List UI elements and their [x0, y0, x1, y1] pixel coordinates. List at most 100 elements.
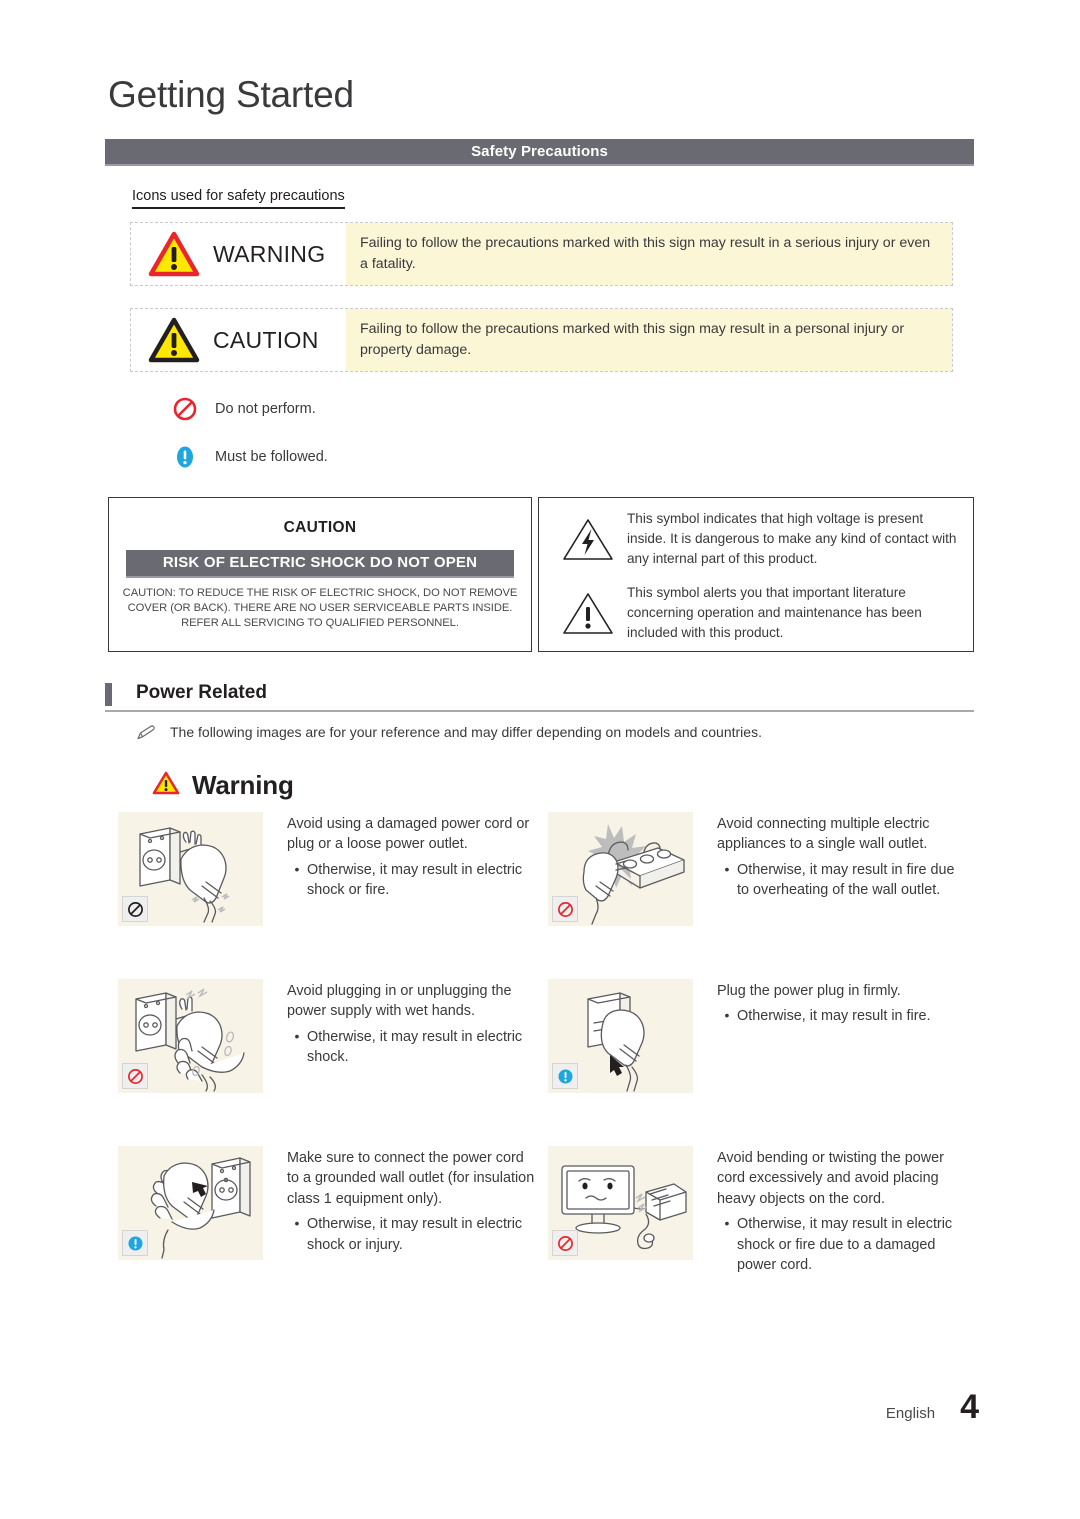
definition-left-warning: WARNING — [131, 223, 346, 285]
definition-right-warning: Failing to follow the precautions marked… — [346, 223, 952, 285]
mandatory-badge-icon — [122, 1230, 148, 1256]
precaution-row: Avoid plugging in or unplugging the powe… — [118, 979, 978, 1093]
footer-language: English — [885, 1405, 936, 1422]
warning-subheading: Warning — [152, 770, 294, 801]
precaution-cell: Plug the power plug in firmly. • Otherwi… — [548, 979, 978, 1093]
damaged-plug-outlet-illustration — [118, 812, 263, 926]
section-header-label: Safety Precautions — [471, 143, 608, 160]
precaution-main-text: Make sure to connect the power cord to a… — [287, 1150, 535, 1207]
topic-title: Power Related — [136, 682, 267, 703]
legend-label-do-not-perform: Do not perform. — [215, 401, 316, 417]
precaution-sub-text: Otherwise, it may result in electric sho… — [737, 1216, 953, 1274]
plug-in-firmly-illustration — [548, 979, 693, 1093]
precaution-sub-item: • Otherwise, it may result in electric s… — [287, 1027, 537, 1068]
precaution-sub-item: • Otherwise, it may result in electric s… — [287, 860, 537, 901]
prohibited-badge-icon — [122, 1063, 148, 1089]
shock-box-title: CAUTION — [283, 519, 357, 536]
topic-rule — [105, 710, 974, 712]
symbol-text-high-voltage: This symbol indicates that high voltage … — [627, 511, 957, 566]
pencil-note-icon — [136, 724, 156, 747]
precaution-cell: Make sure to connect the power cord to a… — [118, 1146, 548, 1276]
legend-item-must-be-followed: Must be followed. — [170, 444, 328, 470]
precaution-main-text: Avoid bending or twisting the power cord… — [717, 1150, 944, 1207]
precaution-sub-item: • Otherwise, it may result in electric s… — [717, 1214, 967, 1275]
definition-left-caution: CAUTION — [131, 309, 346, 371]
precaution-main-text: Avoid using a damaged power cord or plug… — [287, 816, 530, 853]
precaution-row: Make sure to connect the power cord to a… — [118, 1146, 978, 1276]
page-footer: English 4 — [0, 1388, 1080, 1427]
precaution-sub-text: Otherwise, it may result in electric sho… — [307, 1216, 523, 1253]
precaution-sub-item: • Otherwise, it may result in electric s… — [287, 1214, 537, 1255]
symbol-row-attention: This symbol alerts you that important li… — [549, 583, 963, 643]
precaution-sub-text: Otherwise, it may result in electric sho… — [307, 861, 523, 899]
mandatory-badge-icon — [552, 1063, 578, 1089]
precaution-cell: Avoid plugging in or unplugging the powe… — [118, 979, 548, 1093]
bullet-icon: • — [724, 1007, 730, 1024]
precaution-text: Make sure to connect the power cord to a… — [287, 1146, 537, 1255]
manual-page: Getting Started Safety Precautions Icons… — [0, 0, 1080, 1519]
multi-outlet-strip-illustration — [548, 812, 693, 926]
symbol-row-high-voltage: This symbol indicates that high voltage … — [549, 509, 963, 569]
reference-note: The following images are for your refere… — [136, 724, 762, 747]
definition-row-caution: CAUTION Failing to follow the precaution… — [130, 308, 953, 372]
wet-hands-plug-illustration — [118, 979, 263, 1093]
precaution-main-text: Avoid plugging in or unplugging the powe… — [287, 983, 512, 1020]
precaution-text: Avoid using a damaged power cord or plug… — [287, 812, 537, 901]
reference-note-text: The following images are for your refere… — [170, 724, 762, 740]
legend-item-do-not-perform: Do not perform. — [170, 396, 316, 422]
precaution-text: Avoid plugging in or unplugging the powe… — [287, 979, 537, 1068]
definition-word-caution: CAUTION — [213, 326, 319, 353]
subsection-heading: Icons used for safety precautions — [132, 188, 345, 209]
symbol-explanation-box: This symbol indicates that high voltage … — [538, 497, 974, 652]
grounded-outlet-illustration — [118, 1146, 263, 1260]
definition-right-caution: Failing to follow the precautions marked… — [346, 309, 952, 371]
caution-triangle-black-icon — [143, 317, 205, 363]
definition-text-caution: Failing to follow the precautions marked… — [360, 321, 905, 358]
bullet-icon: • — [294, 1027, 300, 1044]
electric-shock-caution-box: CAUTION RISK OF ELECTRIC SHOCK DO NOT OP… — [108, 497, 532, 652]
shock-box-body-line-1: CAUTION: TO REDUCE THE RISK OF ELECTRIC … — [122, 587, 518, 599]
high-voltage-lightning-triangle-icon — [549, 509, 627, 563]
precaution-sub-item: • Otherwise, it may result in fire. — [717, 1006, 967, 1026]
precaution-cell: Avoid bending or twisting the power cord… — [548, 1146, 978, 1276]
precaution-sub-text: Otherwise, it may result in electric sho… — [307, 1028, 523, 1066]
footer-page-number: 4 — [960, 1388, 979, 1426]
prohibited-badge-icon — [552, 896, 578, 922]
precaution-main-text: Plug the power plug in firmly. — [717, 983, 901, 999]
warning-subheading-label: Warning — [192, 770, 294, 800]
prohibited-badge-icon — [122, 896, 148, 922]
mandatory-exclamation-icon — [170, 444, 200, 470]
precaution-sub-text: Otherwise, it may result in fire due to … — [737, 861, 955, 899]
page-title: Getting Started — [108, 74, 354, 115]
prohibited-circle-icon — [170, 396, 200, 422]
shock-box-body-line-2: COVER (OR BACK). THERE ARE NO USER SERVI… — [127, 601, 513, 614]
precaution-cell: Avoid connecting multiple electric appli… — [548, 812, 978, 926]
bullet-icon: • — [294, 1215, 300, 1232]
topic-heading: Power Related — [105, 682, 974, 712]
section-header-bar: Safety Precautions — [105, 139, 974, 166]
bullet-icon: • — [294, 860, 300, 877]
bent-cord-monitor-illustration — [548, 1146, 693, 1260]
prohibited-badge-icon — [552, 1230, 578, 1256]
precaution-main-text: Avoid connecting multiple electric appli… — [717, 816, 930, 853]
precaution-row: Avoid using a damaged power cord or plug… — [118, 812, 978, 926]
shock-box-bar-label: RISK OF ELECTRIC SHOCK DO NOT OPEN — [126, 550, 514, 578]
precaution-text: Plug the power plug in firmly. • Otherwi… — [717, 979, 967, 1027]
definition-word-warning: WARNING — [213, 240, 326, 267]
precaution-cell: Avoid using a damaged power cord or plug… — [118, 812, 548, 926]
precaution-text: Avoid connecting multiple electric appli… — [717, 812, 967, 901]
legend-label-must-be-followed: Must be followed. — [215, 449, 328, 465]
shock-box-body: CAUTION: TO REDUCE THE RISK OF ELECTRIC … — [115, 586, 525, 630]
warning-triangle-small-icon — [152, 771, 180, 801]
precautions-grid: Avoid using a damaged power cord or plug… — [118, 812, 978, 1329]
bullet-icon: • — [724, 1215, 730, 1232]
warning-triangle-red-icon — [143, 231, 205, 277]
precaution-sub-text: Otherwise, it may result in fire. — [737, 1008, 931, 1025]
precaution-sub-item: • Otherwise, it may result in fire due t… — [717, 860, 967, 901]
precaution-text: Avoid bending or twisting the power cord… — [717, 1146, 967, 1276]
bullet-icon: • — [724, 860, 730, 877]
topic-accent-bar — [105, 683, 112, 706]
attention-exclamation-triangle-icon — [549, 583, 627, 637]
shock-box-body-line-3: REFER ALL SERVICING TO QUALIFIED PERSONN… — [181, 616, 459, 629]
definition-row-warning: WARNING Failing to follow the precaution… — [130, 222, 953, 286]
